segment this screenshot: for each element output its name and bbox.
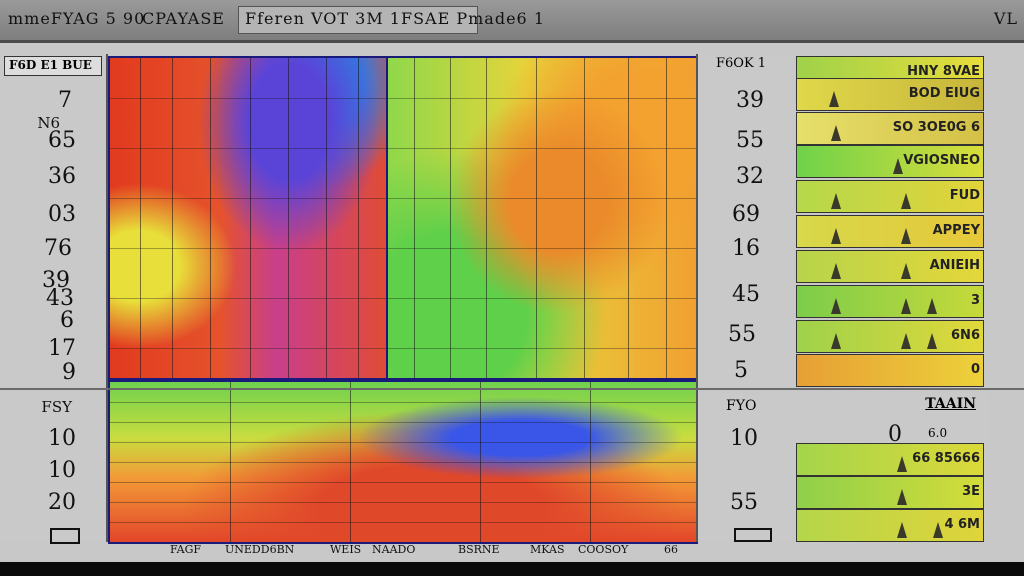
separator xyxy=(106,54,108,542)
list-row-label: APPEY xyxy=(932,223,980,238)
right-label-8: 5 xyxy=(734,358,748,383)
right-label-5: 16 xyxy=(732,236,760,261)
left-label-1: 7 xyxy=(58,88,72,113)
detail-row[interactable]: 4 6M xyxy=(796,509,984,542)
separator xyxy=(0,388,1024,390)
right-bottom-box[interactable] xyxy=(734,528,772,542)
right-label-3: 32 xyxy=(736,164,764,189)
left-bottom-box[interactable] xyxy=(50,528,80,544)
heatmap-top-left[interactable] xyxy=(108,56,388,380)
detail-row-label: 3E xyxy=(962,484,980,499)
right-label-6: 45 xyxy=(732,282,760,307)
x-axis-label-4: NAADO xyxy=(372,543,416,556)
detail-row[interactable]: 66 85666 xyxy=(796,443,984,476)
window-title-left: mmeFYAG 5 90 xyxy=(8,9,146,28)
list-row-label: HNY 8VAE xyxy=(907,64,980,79)
list-row[interactable]: 6N6 xyxy=(796,320,984,353)
x-axis-label-2: UNEDD6BN xyxy=(225,543,295,556)
left-label-5: 03 xyxy=(48,202,76,227)
x-axis-label-5: BSRNE xyxy=(458,543,500,556)
x-axis-label-7: COOSOY xyxy=(578,543,629,556)
x-axis-label-8: 66 xyxy=(664,543,678,556)
list-row-label: FUD xyxy=(949,188,980,203)
left-bottom-label-1: 10 xyxy=(48,426,76,451)
right-bottom-small: 6.0 xyxy=(928,426,948,440)
right-bottom-header: FYO xyxy=(726,398,757,414)
left-label-9: 6 xyxy=(60,308,74,333)
left-label-4: 36 xyxy=(48,164,76,189)
heatmap-bottom[interactable] xyxy=(108,380,698,544)
left-label-panel: F6D E1 BUE 7 N6 65 36 03 76 39 43 6 17 9 xyxy=(0,54,106,385)
list-row[interactable]: APPEY xyxy=(796,215,984,248)
x-axis-label-3: WEIS xyxy=(330,543,362,556)
left-label-6: 76 xyxy=(44,236,72,261)
list-row[interactable]: FUD xyxy=(796,180,984,213)
list-row-label: ANIEIH xyxy=(929,258,980,273)
left-header-box[interactable]: F6D E1 BUE xyxy=(4,56,102,76)
window-title-right: VL xyxy=(993,9,1018,28)
list-row[interactable]: VGIOSNEO xyxy=(796,145,984,178)
detail-row-label: 4 6M xyxy=(944,517,980,532)
separator xyxy=(696,54,698,542)
left-header: F6D E1 BUE xyxy=(9,58,92,72)
list-row[interactable]: 3 xyxy=(796,285,984,318)
x-axis-label-1: FAGF xyxy=(170,543,202,556)
list-row[interactable]: BOD EIUG xyxy=(796,78,984,111)
right-bottom-label-1: 10 xyxy=(730,426,758,451)
detail-row[interactable]: 3E xyxy=(796,476,984,509)
right-bottom-title: TAAIN xyxy=(925,396,976,412)
window-title-center: Fferen VOT 3M 1FSAE Pmade6 1 xyxy=(245,9,545,28)
list-row-label: 6N6 xyxy=(951,328,980,343)
left-label-11: 9 xyxy=(62,360,76,385)
right-label-2: 55 xyxy=(736,128,764,153)
left-label-10: 17 xyxy=(48,336,76,361)
window-title-mid: CPAYASE xyxy=(142,9,225,28)
x-axis-label-6: MKAS xyxy=(530,543,565,556)
heatmap-top-right[interactable] xyxy=(386,56,698,380)
right-header: F6OK 1 xyxy=(716,56,767,71)
right-label-1: 39 xyxy=(736,88,764,113)
left-bottom-label-2: 10 xyxy=(48,458,76,483)
list-row[interactable]: SO 3OE0G 6 xyxy=(796,112,984,145)
list-row-label: 3 xyxy=(970,293,980,308)
list-row-label: BOD EIUG xyxy=(908,86,980,101)
left-bottom-panel: FSY 10 10 20 xyxy=(0,394,106,544)
detail-row-label: 66 85666 xyxy=(912,451,980,466)
list-row[interactable]: ANIEIH xyxy=(796,250,984,283)
bottom-bezel xyxy=(0,562,1024,576)
left-bottom-label-3: 20 xyxy=(48,490,76,515)
right-label-panel: F6OK 1 39 55 32 69 16 45 55 5 xyxy=(698,54,794,390)
right-label-4: 69 xyxy=(732,202,760,227)
list-row-label: SO 3OE0G 6 xyxy=(892,120,980,135)
left-label-3: 65 xyxy=(48,128,76,153)
list-row[interactable]: 0 xyxy=(796,354,984,387)
list-row-label: VGIOSNEO xyxy=(903,153,980,168)
right-bottom-label-2: 55 xyxy=(730,490,758,515)
left-bottom-header: FSY xyxy=(41,398,72,416)
title-bar: mmeFYAG 5 90 CPAYASE Fferen VOT 3M 1FSAE… xyxy=(0,0,1024,43)
application-window: mmeFYAG 5 90 CPAYASE Fferen VOT 3M 1FSAE… xyxy=(0,0,1024,576)
list-row-label: 0 xyxy=(970,362,980,377)
right-label-7: 55 xyxy=(728,322,756,347)
